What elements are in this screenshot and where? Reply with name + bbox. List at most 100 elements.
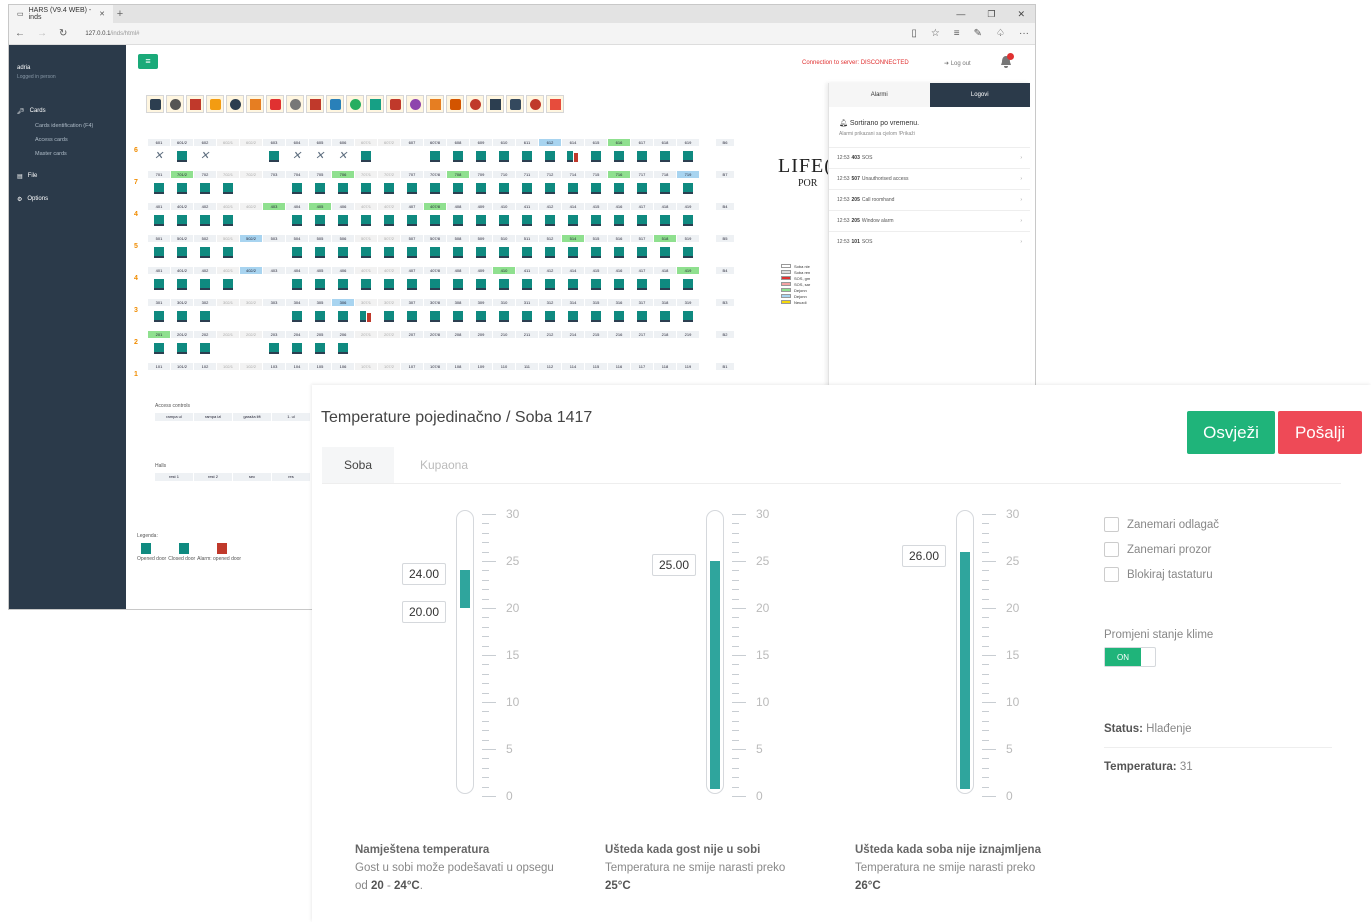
toolbar-tool-icon[interactable] <box>146 95 164 113</box>
closed-door-icon[interactable] <box>217 215 239 227</box>
menu-toggle-button[interactable]: ≡ <box>138 54 158 69</box>
room-cell[interactable]: 119 <box>677 363 699 370</box>
slider-track[interactable] <box>706 510 724 794</box>
room-cell[interactable]: 516 <box>608 235 630 242</box>
closed-door-icon[interactable] <box>332 183 354 195</box>
room-cell[interactable]: 507 <box>401 235 423 242</box>
closed-door-icon[interactable] <box>194 215 216 227</box>
access-control-cell[interactable]: rampa ul <box>155 413 193 421</box>
room-cell[interactable]: 318 <box>654 299 676 306</box>
alarm-item[interactable]: 12:53 403 SOS › <box>829 147 1030 168</box>
room-cell[interactable]: 417 <box>631 267 653 274</box>
room-cell[interactable]: 410 <box>493 267 515 274</box>
room-cell[interactable]: 517 <box>631 235 653 242</box>
room-cell[interactable]: 107 <box>401 363 423 370</box>
closed-door-icon[interactable] <box>677 247 699 259</box>
temperature-slider[interactable]: 30 25 20 15 10 5 0 26.00 <box>900 507 1030 803</box>
closed-door-icon[interactable] <box>654 215 676 227</box>
toolbar-tool-icon[interactable] <box>266 95 284 113</box>
toolbar-tool-icon[interactable] <box>546 95 564 113</box>
room-cell[interactable]: 401 <box>148 267 170 274</box>
closed-door-icon[interactable] <box>401 247 423 259</box>
room-cell[interactable]: 302/1 <box>217 299 239 306</box>
closed-door-icon[interactable] <box>217 183 239 195</box>
closed-door-icon[interactable] <box>631 151 653 163</box>
closed-door-icon[interactable] <box>332 247 354 259</box>
closed-door-icon[interactable] <box>562 183 584 195</box>
url-field[interactable]: 127.0.0.1/inds/html# <box>85 31 139 37</box>
room-cell[interactable]: 602/1 <box>217 139 239 146</box>
sidebar-group-cards[interactable]: 🔑︎ Cards <box>9 104 126 119</box>
closed-door-icon[interactable] <box>585 151 607 163</box>
room-cell[interactable]: 107/8 <box>424 363 446 370</box>
room-cell[interactable]: 312 <box>539 299 561 306</box>
room-cell[interactable]: 712 <box>539 171 561 178</box>
closed-door-icon[interactable] <box>539 311 561 323</box>
room-cell[interactable]: 207 <box>401 331 423 338</box>
closed-door-icon[interactable] <box>148 311 170 323</box>
hub-icon[interactable]: ≡ <box>954 28 960 39</box>
room-cell[interactable]: 619 <box>677 139 699 146</box>
room-cell[interactable]: 606 <box>332 139 354 146</box>
closed-door-icon[interactable] <box>148 183 170 195</box>
room-cell[interactable]: 707/2 <box>378 171 400 178</box>
floor-end-cell[interactable]: B1 <box>716 363 734 370</box>
closed-door-icon[interactable] <box>286 247 308 259</box>
closed-door-icon[interactable] <box>447 215 469 227</box>
closed-door-icon[interactable] <box>286 343 308 355</box>
reload-icon[interactable]: ↻ <box>59 28 67 39</box>
room-cell[interactable]: 307/2 <box>378 299 400 306</box>
room-cell[interactable]: 109 <box>470 363 492 370</box>
room-cell[interactable]: 212 <box>539 331 561 338</box>
closed-door-icon[interactable] <box>631 279 653 291</box>
closed-door-icon[interactable] <box>309 215 331 227</box>
closed-door-icon[interactable] <box>585 215 607 227</box>
room-cell[interactable]: 309 <box>470 299 492 306</box>
room-cell[interactable]: 704 <box>286 171 308 178</box>
closed-door-icon[interactable] <box>585 311 607 323</box>
close-tab-icon[interactable]: ✕ <box>99 10 105 18</box>
hall-cell[interactable]: res <box>272 473 310 481</box>
closed-door-icon[interactable] <box>447 183 469 195</box>
closed-door-icon[interactable] <box>631 183 653 195</box>
room-cell[interactable]: 404 <box>286 267 308 274</box>
closed-door-icon[interactable] <box>493 311 515 323</box>
closed-door-icon[interactable] <box>493 247 515 259</box>
room-cell[interactable]: 108 <box>447 363 469 370</box>
room-cell[interactable]: 519 <box>677 235 699 242</box>
closed-door-icon[interactable] <box>654 183 676 195</box>
slider-track[interactable] <box>956 510 974 794</box>
room-cell[interactable]: 616 <box>608 139 630 146</box>
room-cell[interactable]: 609 <box>470 139 492 146</box>
closed-door-icon[interactable] <box>148 215 170 227</box>
room-cell[interactable]: 310 <box>493 299 515 306</box>
room-cell[interactable]: 414 <box>562 203 584 210</box>
closed-door-icon[interactable] <box>401 215 423 227</box>
option-checkbox[interactable]: Zanemari odlagač <box>1104 512 1219 537</box>
forward-icon[interactable]: → <box>37 28 47 39</box>
floor-end-cell[interactable]: B6 <box>716 139 734 146</box>
closed-door-icon[interactable] <box>585 279 607 291</box>
room-cell[interactable]: 407/2 <box>378 267 400 274</box>
room-cell[interactable]: 308 <box>447 299 469 306</box>
room-cell[interactable]: 716 <box>608 171 630 178</box>
closed-door-icon[interactable] <box>424 215 446 227</box>
room-cell[interactable]: 715 <box>585 171 607 178</box>
room-cell[interactable]: 317 <box>631 299 653 306</box>
room-cell[interactable]: 417 <box>631 203 653 210</box>
closed-door-icon[interactable] <box>424 247 446 259</box>
closed-door-icon[interactable] <box>654 151 676 163</box>
closed-door-icon[interactable] <box>171 151 193 163</box>
closed-door-icon[interactable] <box>631 247 653 259</box>
room-cell[interactable]: 612 <box>539 139 561 146</box>
closed-door-icon[interactable] <box>470 279 492 291</box>
checkbox[interactable] <box>1104 542 1119 557</box>
room-cell[interactable]: 717 <box>631 171 653 178</box>
room-cell[interactable]: 414 <box>562 267 584 274</box>
room-cell[interactable]: 602/2 <box>240 139 262 146</box>
room-cell[interactable]: 409 <box>470 203 492 210</box>
room-cell[interactable]: 102/1 <box>217 363 239 370</box>
room-cell[interactable]: 305 <box>309 299 331 306</box>
room-cell[interactable]: 107/2 <box>378 363 400 370</box>
room-cell[interactable]: 315 <box>585 299 607 306</box>
